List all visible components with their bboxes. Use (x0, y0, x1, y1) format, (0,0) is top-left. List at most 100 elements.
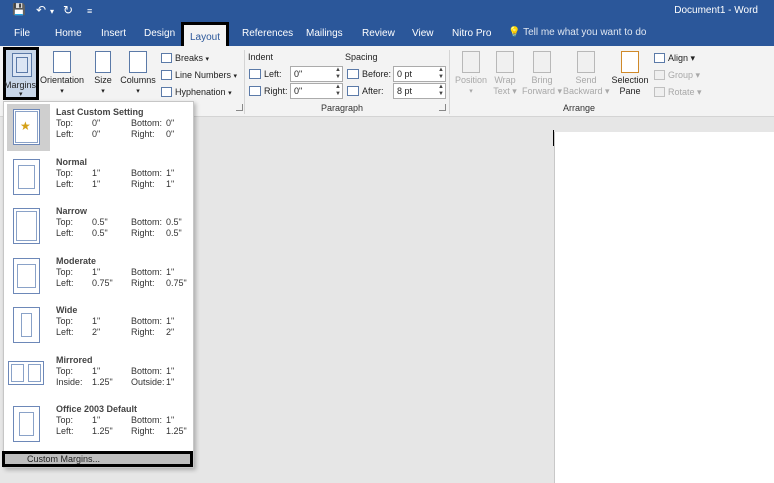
tab-file[interactable]: File (14, 27, 30, 41)
breaks-button[interactable]: Breaks ▾ (161, 52, 209, 66)
margins-button[interactable]: Margins ▾ (3, 47, 39, 100)
option-left-value: 1.25" (92, 426, 113, 436)
star-icon: ★ (20, 119, 31, 133)
spacing-after-icon (347, 86, 359, 96)
option-top-value: 1" (92, 415, 101, 425)
option-top-value: 0" (92, 118, 101, 128)
option-right-label: Right: (131, 278, 155, 288)
option-name: Moderate (56, 256, 97, 266)
option-top-value: 0.5" (92, 217, 108, 227)
option-left-label: Left: (56, 426, 74, 436)
margin-option-moderate[interactable]: Moderate Top: 1" Bottom: 1" Left: 0.75" … (4, 253, 193, 302)
margin-option-last-custom[interactable]: ★ Last Custom Setting Top: 0" Bottom: 0"… (4, 104, 193, 153)
group-separator (449, 50, 450, 114)
custom-margins-button[interactable]: Custom Margins... (2, 451, 193, 467)
chevron-down-icon: ▾ (233, 73, 238, 80)
line-numbers-label: Line Numbers (175, 70, 232, 80)
undo-dropdown-icon[interactable]: ▾ (50, 5, 54, 19)
margin-option-normal[interactable]: Normal Top: 1" Bottom: 1" Left: 1" Right… (4, 154, 193, 203)
option-left-label: Left: (56, 278, 74, 288)
spinner-arrows-icon[interactable]: ▲ ▼ (438, 67, 444, 81)
send-backward-label-2: Backward ▾ (563, 86, 610, 96)
tab-nitro-pro[interactable]: Nitro Pro (452, 27, 491, 41)
margins-dropdown: ★ Last Custom Setting Top: 0" Bottom: 0"… (3, 101, 194, 468)
tell-me-box[interactable]: 💡 Tell me what you want to do (508, 27, 646, 38)
send-backward-button[interactable]: Send Backward ▾ (563, 51, 610, 97)
group-button[interactable]: Group ▾ (654, 69, 700, 81)
margin-option-narrow[interactable]: Narrow Top: 0.5" Bottom: 0.5" Left: 0.5"… (4, 203, 193, 252)
spacing-before-input[interactable]: 0 pt ▲ ▼ (393, 66, 446, 82)
spinner-arrows-icon[interactable]: ▲ ▼ (438, 84, 444, 98)
line-numbers-button[interactable]: Line Numbers ▾ (161, 69, 237, 83)
option-top-label: Top: (56, 316, 74, 326)
option-top-label: Top: (56, 118, 74, 128)
columns-icon (129, 51, 147, 73)
hyphenation-button[interactable]: Hyphenation ▾ (161, 86, 232, 100)
option-bottom-value: 0.5" (166, 217, 182, 227)
option-top-label: Top: (56, 168, 74, 178)
option-top-value: 1" (92, 366, 101, 376)
tab-insert[interactable]: Insert (101, 27, 126, 41)
redo-icon[interactable]: ↻ (63, 3, 73, 17)
align-button[interactable]: Align ▾ (654, 52, 695, 64)
paragraph-launcher-icon[interactable] (439, 104, 446, 111)
orientation-button[interactable]: Orientation ▾ (40, 51, 84, 97)
save-icon[interactable]: 💾 (12, 3, 26, 17)
page-setup-launcher-icon[interactable] (236, 104, 243, 111)
tab-review[interactable]: Review (362, 27, 395, 41)
option-inside-value: 1.25" (92, 377, 113, 387)
margin-option-wide[interactable]: Wide Top: 1" Bottom: 1" Left: 2" Right: … (4, 302, 193, 351)
margin-thumbnail-icon: ★ (13, 109, 40, 145)
tab-references[interactable]: References (242, 27, 293, 41)
tab-mailings[interactable]: Mailings (306, 27, 343, 41)
option-right-value: 0" (166, 129, 175, 139)
margin-thumbnail-icon (13, 307, 40, 343)
spacing-after-value: 8 pt (397, 86, 413, 96)
tab-design[interactable]: Design (144, 27, 175, 41)
spacing-label: Spacing (345, 52, 378, 62)
bring-forward-button[interactable]: Bring Forward ▾ (521, 51, 563, 97)
option-bottom-value: 1" (166, 316, 175, 326)
tab-home[interactable]: Home (55, 27, 82, 41)
option-name: Normal (56, 157, 88, 167)
option-bottom-value: 1" (166, 267, 175, 277)
send-backward-icon (577, 51, 595, 73)
option-right-label: Right: (131, 327, 155, 337)
columns-button[interactable]: Columns ▾ (119, 51, 157, 97)
margin-option-office-2003[interactable]: Office 2003 Default Top: 1" Bottom: 1" L… (4, 401, 193, 450)
selection-pane-label-1: Selection (611, 75, 649, 85)
indent-label: Indent (248, 52, 274, 62)
selection-pane-button[interactable]: Selection Pane (610, 51, 650, 97)
option-bottom-label: Bottom: (131, 118, 163, 128)
option-left-label: Left: (56, 327, 74, 337)
option-name: Wide (56, 305, 78, 315)
rotate-label: Rotate ▾ (668, 87, 702, 97)
undo-icon[interactable]: ↶ (36, 3, 46, 17)
spacing-after-input[interactable]: 8 pt ▲ ▼ (393, 83, 446, 99)
rotate-button[interactable]: Rotate ▾ (654, 86, 702, 98)
margin-option-mirrored[interactable]: Mirrored Top: 1" Bottom: 1" Inside: 1.25… (4, 352, 193, 401)
spinner-arrows-icon[interactable]: ▲ ▼ (335, 67, 341, 81)
position-button[interactable]: Position ▾ (453, 51, 489, 97)
size-button[interactable]: Size ▾ (90, 51, 116, 97)
spinner-arrows-icon[interactable]: ▲ ▼ (335, 84, 341, 98)
option-name: Narrow (56, 206, 88, 216)
option-left-label: Left: (56, 129, 74, 139)
ribbon-tabs: File Home Insert Design Layout Reference… (0, 22, 774, 46)
wrap-text-icon (496, 51, 514, 73)
document-page[interactable] (554, 132, 774, 483)
margin-thumbnail-icon (13, 159, 40, 195)
option-right-value: 0.5" (166, 228, 182, 238)
wrap-text-button[interactable]: Wrap Text ▾ (490, 51, 520, 97)
wrap-text-label-1: Wrap (494, 75, 516, 85)
option-top-value: 1" (92, 168, 101, 178)
indent-left-input[interactable]: 0" ▲ ▼ (290, 66, 343, 82)
customize-qat-icon[interactable]: ≡ (87, 4, 92, 18)
indent-right-input[interactable]: 0" ▲ ▼ (290, 83, 343, 99)
hyphenation-icon (161, 87, 172, 97)
option-left-value: 0.5" (92, 228, 108, 238)
size-label: Size (94, 75, 112, 85)
tab-layout[interactable]: Layout (181, 22, 230, 46)
option-bottom-label: Bottom: (131, 366, 163, 376)
tab-view[interactable]: View (412, 27, 434, 41)
